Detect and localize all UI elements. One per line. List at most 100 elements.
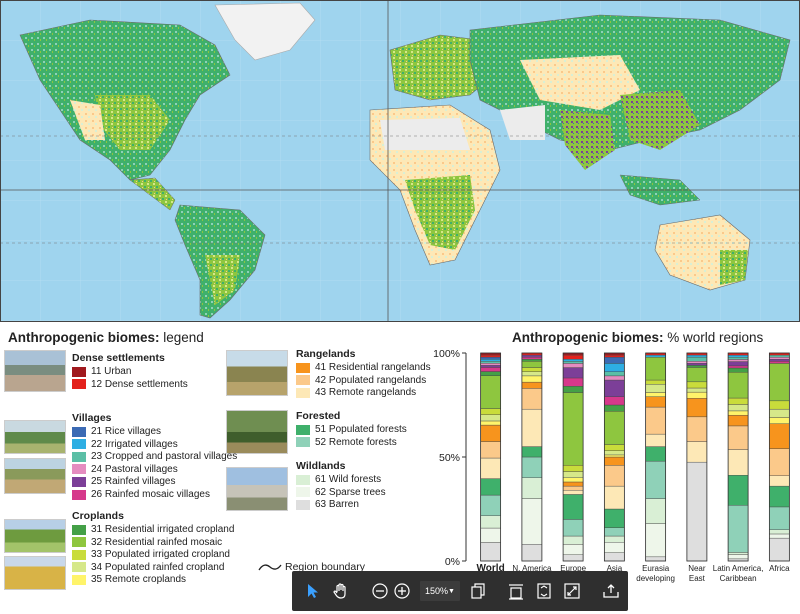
x-category-label: Eurasia [642, 564, 670, 573]
legend-label: 25 Rainfed villages [91, 476, 176, 488]
legend-group-title: Dense settlements [72, 352, 165, 364]
legend-label: 32 Residential rainfed mosaic [91, 536, 223, 548]
bar-segment [604, 552, 625, 562]
legend-item: 51 Populated forests [296, 424, 407, 435]
legend-label: 63 Barren [315, 499, 359, 511]
legend-item: 41 Residential rangelands [296, 362, 431, 373]
viewer-toolbar: 150% ▼ [292, 571, 628, 611]
fit-width-icon [508, 584, 523, 600]
download-button[interactable] [602, 580, 620, 602]
bar-segment [480, 457, 501, 479]
bar-segment [645, 556, 666, 562]
fit-page-icon [537, 583, 551, 599]
bar-segment [480, 441, 501, 459]
bar-segment [480, 424, 501, 442]
bar-segment [727, 372, 749, 399]
bar-segment [769, 400, 790, 410]
bar-segment [480, 356, 501, 360]
legend-item: 43 Remote rangelands [296, 387, 416, 398]
bar-segment [645, 446, 666, 462]
bar-segment [562, 519, 584, 537]
bar-segment [645, 460, 666, 499]
legend-item: 33 Populated irrigated cropland [72, 549, 230, 560]
bar-segment [769, 363, 790, 402]
x-category-label: Latin America, [713, 564, 764, 573]
bar-segment [686, 398, 708, 418]
bar-segment [645, 356, 666, 381]
bar-outline [562, 352, 584, 562]
legend-item: 21 Rice villages [72, 426, 161, 437]
bar-segment [604, 465, 625, 487]
legend-item: 26 Rainfed mosaic villages [72, 489, 210, 500]
full-screen-button[interactable] [564, 580, 580, 602]
legend-item: 42 Populated rangelands [296, 375, 426, 386]
legend-title: Anthropogenic biomes: legend [8, 330, 204, 345]
y-tick-label: 50% [439, 452, 460, 464]
bar-segment [480, 371, 501, 376]
legend-swatch [296, 375, 310, 386]
bar-segment [686, 356, 708, 362]
x-category-label: Caribbean [720, 574, 757, 583]
bar-segment [727, 505, 749, 553]
fit-width-button[interactable] [508, 580, 524, 602]
bar-segment [604, 444, 625, 451]
bar-segment [645, 392, 666, 397]
pan-tool-button[interactable] [332, 580, 350, 602]
region-boundary-icon [258, 564, 282, 571]
x-category-label: Near [688, 564, 706, 573]
bar-segment [769, 537, 790, 562]
bar-segment [686, 352, 708, 356]
bar-segment [521, 356, 543, 360]
bar-segment [562, 554, 584, 562]
page-view-button[interactable] [470, 580, 486, 602]
select-tool-button[interactable] [306, 580, 320, 602]
legend-label: 35 Remote croplands [91, 574, 187, 586]
y-tick-label: 100% [433, 348, 460, 360]
villages-photo-1 [4, 420, 66, 454]
legend-swatch [296, 437, 310, 448]
bar-segment [562, 359, 584, 362]
bar-segment [480, 361, 501, 364]
croplands-photo-2 [4, 556, 66, 590]
zoom-in-button[interactable] [394, 580, 410, 602]
legend-group-title: Villages [72, 412, 112, 424]
bar-segment [769, 423, 790, 449]
bar-segment [686, 387, 708, 393]
bar-segment [604, 456, 625, 466]
zoom-level-select[interactable]: 150% ▼ [420, 581, 460, 601]
bar-segment [604, 375, 625, 381]
bar-segment [562, 477, 584, 483]
bar-segment [562, 485, 584, 491]
legend-item: 25 Rainfed villages [72, 476, 176, 487]
bar-segment [562, 361, 584, 364]
bar-segment [480, 367, 501, 372]
bar-segment [727, 404, 749, 412]
bar-segment [521, 388, 543, 410]
bar-segment [521, 367, 543, 372]
dense-settlements-photo [4, 350, 66, 392]
legend-swatch [72, 549, 86, 560]
bar-segment [645, 406, 666, 435]
legend-label: 33 Populated irrigated cropland [91, 549, 230, 561]
legend-swatch [72, 476, 86, 487]
bar-segment [604, 485, 625, 510]
legend-label: 12 Dense settlements [91, 378, 188, 390]
legend-group-title: Croplands [72, 510, 124, 522]
bar-segment [521, 544, 543, 562]
bar-segment [727, 359, 749, 362]
bar-segment [480, 527, 501, 543]
bar-segment [727, 554, 749, 560]
legend-label: 31 Residential irrigated cropland [91, 524, 235, 535]
legend-item: 34 Populated rainfed cropland [72, 562, 224, 573]
bar-segment [645, 498, 666, 524]
bar-segment [562, 386, 584, 393]
fit-page-button[interactable] [536, 580, 552, 602]
bar-segment [769, 533, 790, 539]
legend-group-title: Wildlands [296, 460, 346, 472]
zoom-out-button[interactable] [372, 580, 388, 602]
legend-label: 11 Urban [91, 366, 132, 377]
bar-segment [521, 352, 543, 356]
legend-swatch [296, 424, 310, 435]
bar-segment [686, 367, 708, 383]
bar-segment [604, 404, 625, 412]
